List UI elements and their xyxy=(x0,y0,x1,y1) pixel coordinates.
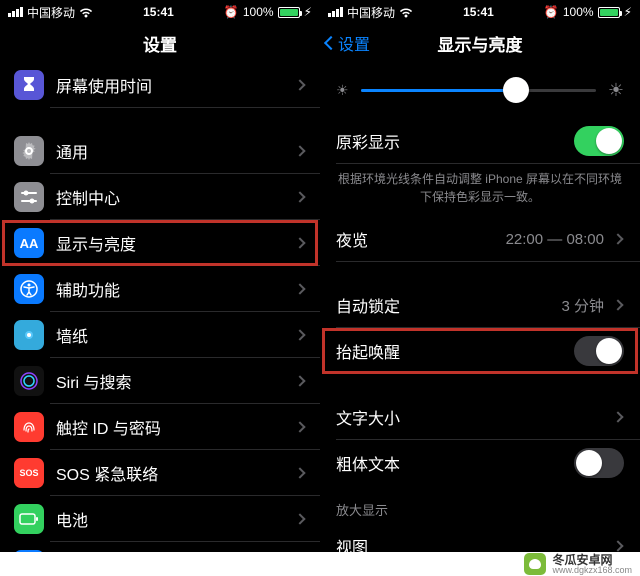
status-bar: 中国移动 15:41 ⏰ 100% ⚡︎ xyxy=(0,0,320,24)
row-screen-time[interactable]: 屏幕使用时间 xyxy=(0,62,320,108)
row-label: 控制中心 xyxy=(56,185,296,209)
watermark-name: 冬瓜安卓网 xyxy=(552,554,612,566)
row-label: 文字大小 xyxy=(336,405,614,429)
sos-icon: SOS xyxy=(14,458,44,488)
page-title: 显示与亮度 xyxy=(438,31,523,56)
signal-icon xyxy=(8,7,23,17)
battery-pct: 100% xyxy=(243,5,274,19)
back-label: 设置 xyxy=(338,31,370,55)
row-label: 通用 xyxy=(56,139,296,163)
chevron-right-icon xyxy=(294,375,305,386)
carrier-label: 中国移动 xyxy=(347,4,395,21)
battery-pct: 100% xyxy=(563,5,594,19)
truetone-toggle[interactable] xyxy=(574,126,624,156)
chevron-right-icon xyxy=(294,145,305,156)
watermark-logo-icon xyxy=(524,553,546,575)
row-control-center[interactable]: 控制中心 xyxy=(0,174,320,220)
chevron-right-icon xyxy=(612,540,623,551)
wallpaper-icon xyxy=(14,320,44,350)
textsize-icon: AA xyxy=(14,228,44,258)
row-night-shift[interactable]: 夜览 22:00 — 08:00 xyxy=(320,216,640,262)
alarm-icon: ⏰ xyxy=(224,5,239,19)
watermark: 冬瓜安卓网 www.dgkzx168.com xyxy=(0,552,640,576)
sun-large-icon: ☀︎ xyxy=(608,80,624,101)
status-time: 15:41 xyxy=(143,5,174,19)
nav-bar: 设置 显示与亮度 xyxy=(320,24,640,62)
chevron-right-icon xyxy=(294,237,305,248)
chevron-right-icon xyxy=(294,513,305,524)
row-label: 电池 xyxy=(56,507,296,531)
row-text-size[interactable]: 文字大小 xyxy=(320,394,640,440)
gear-icon xyxy=(14,136,44,166)
chevron-right-icon xyxy=(294,467,305,478)
row-wallpaper[interactable]: 墙纸 xyxy=(0,312,320,358)
chevron-right-icon xyxy=(294,421,305,432)
brightness-slider-row: ☀︎ ☀︎ xyxy=(320,62,640,118)
wifi-icon xyxy=(79,7,93,18)
alarm-icon: ⏰ xyxy=(544,5,559,19)
row-sos[interactable]: SOS SOS 紧急联络 xyxy=(0,450,320,496)
left-screen: 中国移动 15:41 ⏰ 100% ⚡︎ 设置 屏幕使用时间 通用 控制中心 A… xyxy=(0,0,320,556)
carrier-label: 中国移动 xyxy=(27,4,75,21)
row-general[interactable]: 通用 xyxy=(0,128,320,174)
page-title: 设置 xyxy=(143,31,177,56)
row-battery[interactable]: 电池 xyxy=(0,496,320,542)
back-button[interactable]: 设置 xyxy=(326,31,370,55)
charge-icon: ⚡︎ xyxy=(624,5,632,19)
chevron-right-icon xyxy=(294,79,305,90)
row-accessibility[interactable]: 辅助功能 xyxy=(0,266,320,312)
watermark-url: www.dgkzx168.com xyxy=(552,566,632,575)
row-label: 显示与亮度 xyxy=(56,231,296,255)
charge-icon: ⚡︎ xyxy=(304,5,312,19)
chevron-right-icon xyxy=(294,191,305,202)
section-label-zoom: 放大显示 xyxy=(320,486,640,523)
sliders-icon xyxy=(14,182,44,212)
chevron-right-icon xyxy=(612,411,623,422)
chevron-right-icon xyxy=(612,233,623,244)
chevron-right-icon xyxy=(294,283,305,294)
battery-icon xyxy=(278,7,300,18)
siri-icon xyxy=(14,366,44,396)
signal-icon xyxy=(328,7,343,17)
accessibility-icon xyxy=(14,274,44,304)
wifi-icon xyxy=(399,7,413,18)
chevron-right-icon xyxy=(294,329,305,340)
right-screen: 中国移动 15:41 ⏰ 100% ⚡︎ 设置 显示与亮度 ☀︎ ☀︎ 原彩显示… xyxy=(320,0,640,556)
row-label: 触控 ID 与密码 xyxy=(56,415,296,439)
chevron-right-icon xyxy=(612,299,623,310)
nav-bar: 设置 xyxy=(0,24,320,62)
row-touchid[interactable]: 触控 ID 与密码 xyxy=(0,404,320,450)
row-auto-lock[interactable]: 自动锁定 3 分钟 xyxy=(320,282,640,328)
row-raise-to-wake: 抬起唤醒 xyxy=(320,328,640,374)
brightness-slider[interactable] xyxy=(361,89,596,92)
row-label: 原彩显示 xyxy=(336,129,574,153)
battery-row-icon xyxy=(14,504,44,534)
row-detail: 3 分钟 xyxy=(561,295,604,316)
status-bar: 中国移动 15:41 ⏰ 100% ⚡︎ xyxy=(320,0,640,24)
battery-icon xyxy=(598,7,620,18)
row-siri[interactable]: Siri 与搜索 xyxy=(0,358,320,404)
row-label: 自动锁定 xyxy=(336,293,561,317)
row-detail: 22:00 — 08:00 xyxy=(506,231,604,248)
fingerprint-icon xyxy=(14,412,44,442)
row-label: 粗体文本 xyxy=(336,451,574,475)
row-label: Siri 与搜索 xyxy=(56,369,296,393)
row-label: SOS 紧急联络 xyxy=(56,461,296,485)
raise-to-wake-toggle[interactable] xyxy=(574,336,624,366)
row-display-brightness[interactable]: AA 显示与亮度 xyxy=(0,220,320,266)
status-time: 15:41 xyxy=(463,5,494,19)
truetone-note: 根据环境光线条件自动调整 iPhone 屏幕以在不同环境下保持色彩显示一致。 xyxy=(320,164,640,216)
bold-text-toggle[interactable] xyxy=(574,448,624,478)
row-label: 辅助功能 xyxy=(56,277,296,301)
sun-small-icon: ☀︎ xyxy=(336,82,349,99)
row-label: 墙纸 xyxy=(56,323,296,347)
row-label: 夜览 xyxy=(336,227,506,251)
row-bold-text: 粗体文本 xyxy=(320,440,640,486)
row-label: 抬起唤醒 xyxy=(336,339,574,363)
hourglass-icon xyxy=(14,70,44,100)
row-truetone: 原彩显示 xyxy=(320,118,640,164)
row-label: 屏幕使用时间 xyxy=(56,73,296,97)
chevron-left-icon xyxy=(324,36,338,50)
